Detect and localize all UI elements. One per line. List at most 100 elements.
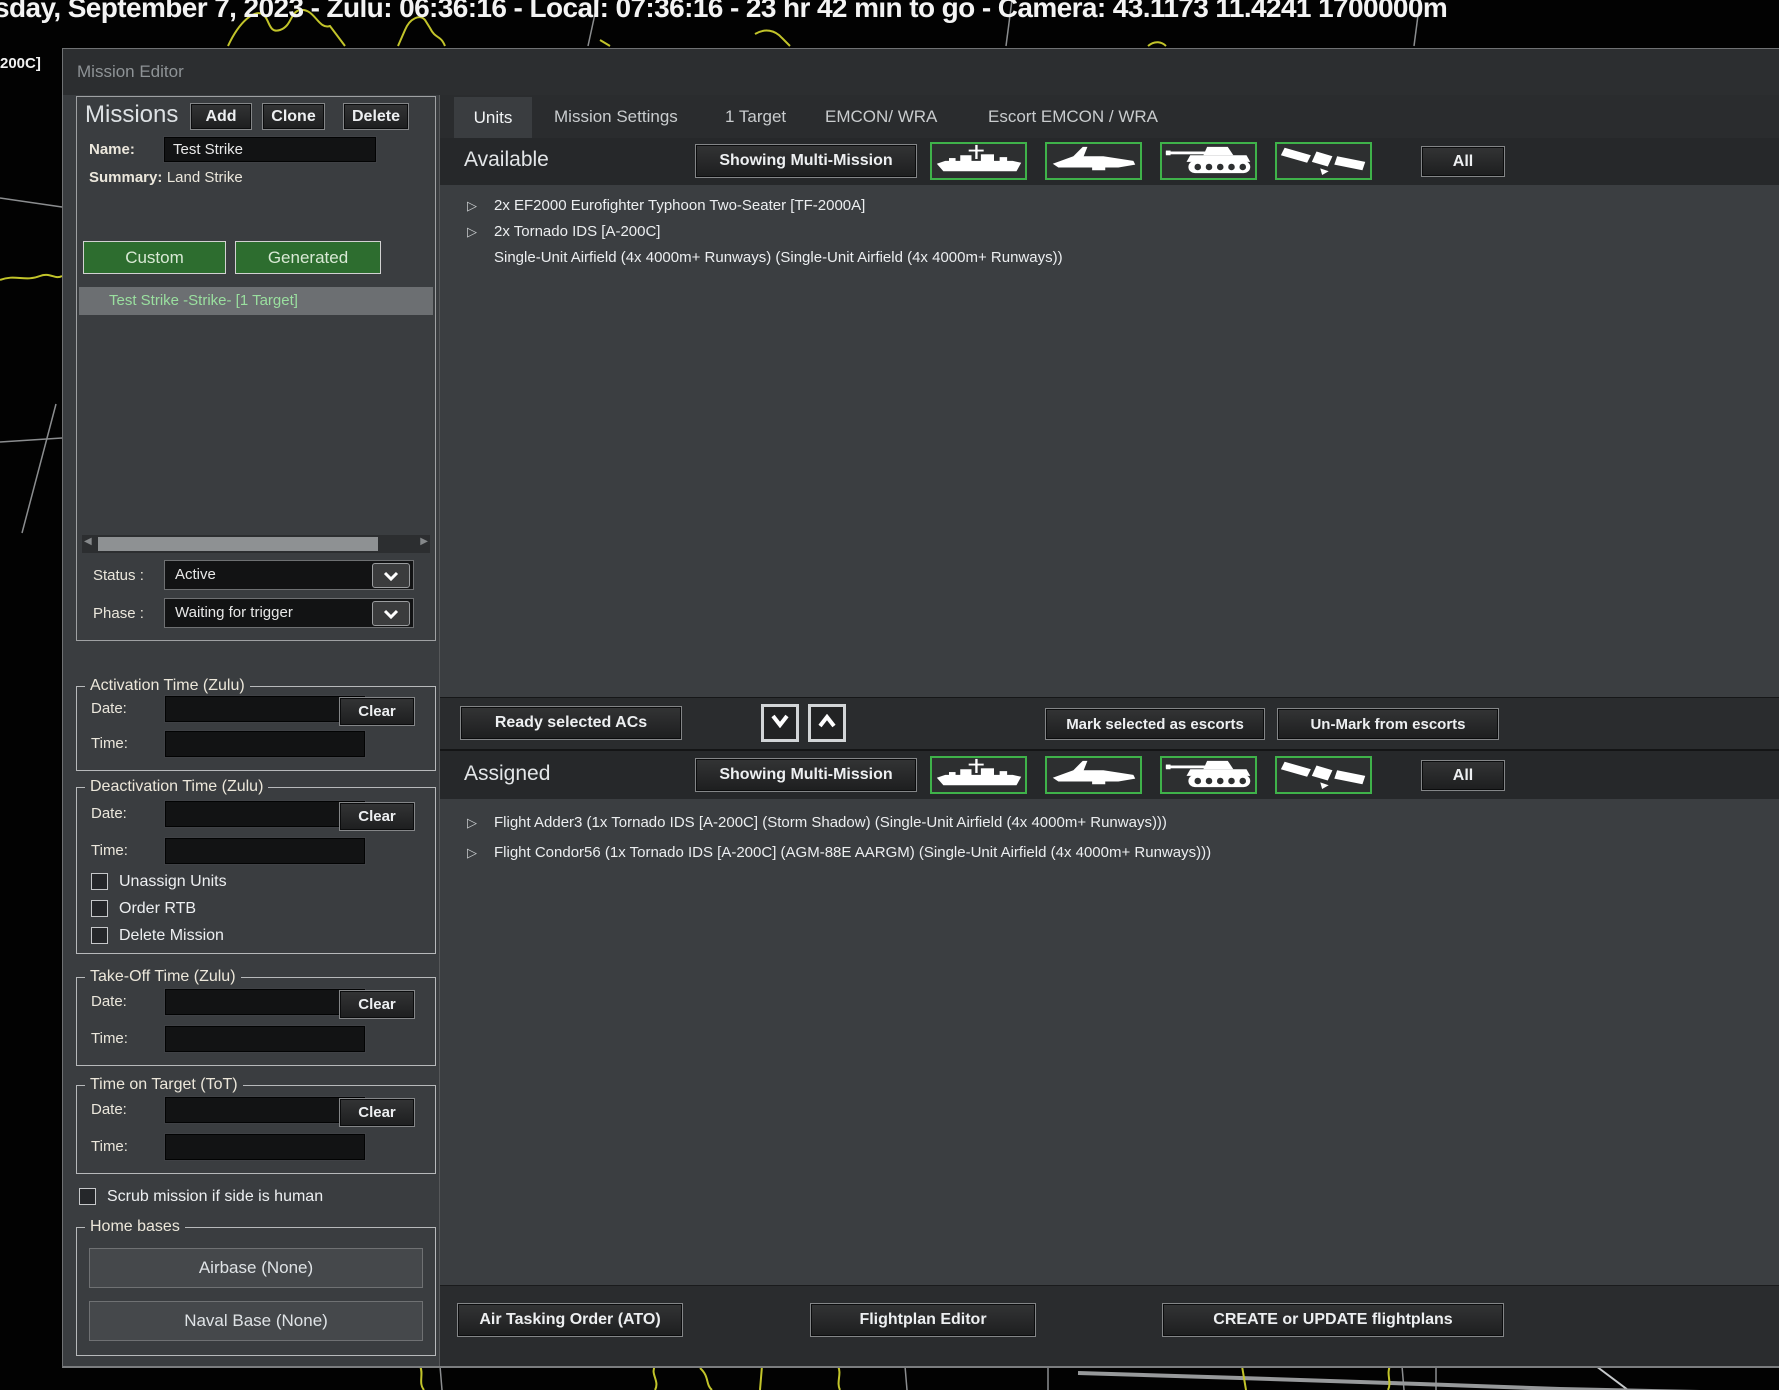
order-rtb-checkbox[interactable] bbox=[91, 900, 108, 917]
ready-selected-acs-button[interactable]: Ready selected ACs bbox=[460, 706, 682, 740]
filter-ground-button[interactable] bbox=[1160, 142, 1257, 180]
tot-time-input[interactable] bbox=[165, 1134, 365, 1160]
deactivation-time-title: Deactivation Time (Zulu) bbox=[85, 778, 269, 796]
available-filter-button[interactable]: Showing Multi-Mission bbox=[695, 144, 917, 178]
mission-list-hscrollbar[interactable]: ◀ ▶ bbox=[82, 535, 430, 553]
expand-arrow-icon[interactable]: ▷ bbox=[467, 839, 477, 867]
takeoff-time-input[interactable] bbox=[165, 1026, 365, 1052]
scroll-left-icon[interactable]: ◀ bbox=[84, 536, 92, 547]
scroll-right-icon[interactable]: ▶ bbox=[420, 536, 428, 547]
create-update-flightplans-button[interactable]: CREATE or UPDATE flightplans bbox=[1162, 1303, 1504, 1337]
home-bases-title: Home bases bbox=[85, 1218, 185, 1236]
activation-time-input[interactable] bbox=[165, 731, 365, 757]
tot-clear-button[interactable]: Clear bbox=[339, 1098, 415, 1127]
date-label: Date: bbox=[91, 1101, 127, 1118]
filter-ship-button[interactable] bbox=[930, 142, 1027, 180]
scrub-mission-label: Scrub mission if side is human bbox=[107, 1188, 324, 1205]
time-label: Time: bbox=[91, 1138, 128, 1155]
available-list: ▷ 2x EF2000 Eurofighter Typhoon Two-Seat… bbox=[440, 185, 1779, 697]
delete-mission-button[interactable]: Delete bbox=[343, 103, 409, 130]
units-toolbar: Ready selected ACs Mark selected as esco… bbox=[440, 697, 1779, 749]
date-label: Date: bbox=[91, 700, 127, 717]
custom-missions-button[interactable]: Custom bbox=[83, 241, 226, 274]
status-dropdown[interactable]: Active bbox=[164, 560, 414, 590]
phase-value: Waiting for trigger bbox=[175, 604, 293, 621]
scrollbar-thumb[interactable] bbox=[98, 537, 378, 551]
tab-mission-settings[interactable]: Mission Settings bbox=[554, 107, 678, 127]
clone-mission-button[interactable]: Clone bbox=[262, 103, 325, 130]
tab-units[interactable]: Units bbox=[454, 97, 532, 138]
missions-panel: Missions Add Clone Delete Name: Summary:… bbox=[76, 96, 436, 641]
delete-mission-checkbox[interactable] bbox=[91, 927, 108, 944]
takeoff-clear-button[interactable]: Clear bbox=[339, 990, 415, 1019]
available-row[interactable]: Single-Unit Airfield (4x 4000m+ Runways)… bbox=[440, 245, 1779, 271]
unmark-escorts-button[interactable]: Un-Mark from escorts bbox=[1277, 708, 1499, 740]
mission-list-item-selected[interactable]: Test Strike -Strike- [1 Target] bbox=[79, 287, 433, 315]
deactivation-clear-button[interactable]: Clear bbox=[339, 802, 415, 831]
assigned-row[interactable]: ▷ Flight Condor56 (1x Tornado IDS [A-200… bbox=[440, 839, 1779, 867]
map-unit-label: 200C] bbox=[0, 55, 41, 72]
home-bases-group: Home bases Airbase (None) Naval Base (No… bbox=[76, 1218, 436, 1356]
chevron-down-icon bbox=[770, 714, 790, 733]
mission-name-input[interactable] bbox=[164, 137, 376, 162]
tab-escort-emcon-wra[interactable]: Escort EMCON / WRA bbox=[988, 107, 1158, 127]
missions-header: Missions bbox=[85, 101, 179, 128]
delete-mission-label: Delete Mission bbox=[119, 927, 224, 944]
assigned-filter-button[interactable]: Showing Multi-Mission bbox=[695, 758, 917, 792]
screen: sday, September 7, 2023 - Zulu: 06:36:16… bbox=[0, 0, 1779, 1390]
assigned-all-button[interactable]: All bbox=[1421, 760, 1505, 791]
window-titlebar[interactable]: Mission Editor bbox=[63, 49, 1779, 96]
flightplan-editor-button[interactable]: Flightplan Editor bbox=[810, 1303, 1036, 1337]
tab-strip: Units Mission Settings 1 Target EMCON/ W… bbox=[440, 95, 1779, 138]
chevron-down-icon[interactable] bbox=[372, 601, 410, 626]
filter-aircraft-button[interactable] bbox=[1045, 142, 1142, 180]
filter-ground-button[interactable] bbox=[1160, 756, 1257, 794]
activation-time-group: Activation Time (Zulu) Date: Clear Time: bbox=[76, 677, 436, 771]
generated-missions-button[interactable]: Generated bbox=[235, 241, 381, 274]
naval-base-button[interactable]: Naval Base (None) bbox=[89, 1301, 423, 1341]
move-down-button[interactable] bbox=[761, 704, 799, 742]
mark-escorts-button[interactable]: Mark selected as escorts bbox=[1045, 708, 1265, 740]
activation-clear-button[interactable]: Clear bbox=[339, 697, 415, 726]
chevron-up-icon bbox=[817, 713, 837, 733]
time-on-target-group: Time on Target (ToT) Date: Clear Time: bbox=[76, 1076, 436, 1174]
expand-arrow-icon[interactable]: ▷ bbox=[467, 193, 477, 219]
filter-aircraft-button[interactable] bbox=[1045, 756, 1142, 794]
ship-icon bbox=[934, 143, 1024, 180]
phase-label: Phase : bbox=[93, 605, 144, 622]
available-row[interactable]: ▷ 2x EF2000 Eurofighter Typhoon Two-Seat… bbox=[440, 193, 1779, 219]
time-label: Time: bbox=[91, 1030, 128, 1047]
window-title: Mission Editor bbox=[77, 62, 184, 81]
deactivation-date-input[interactable] bbox=[165, 801, 365, 827]
assigned-row[interactable]: ▷ Flight Adder3 (1x Tornado IDS [A-200C]… bbox=[440, 809, 1779, 837]
filter-ship-button[interactable] bbox=[930, 756, 1027, 794]
airbase-button[interactable]: Airbase (None) bbox=[89, 1248, 423, 1288]
expand-arrow-icon[interactable]: ▷ bbox=[467, 219, 477, 245]
mission-summary-label: Summary: bbox=[89, 169, 163, 186]
available-all-button[interactable]: All bbox=[1421, 146, 1505, 177]
tab-target[interactable]: 1 Target bbox=[725, 107, 786, 127]
assigned-title: Assigned bbox=[464, 762, 551, 785]
filter-satellite-button[interactable] bbox=[1275, 756, 1372, 794]
chevron-down-icon[interactable] bbox=[372, 563, 410, 588]
available-row[interactable]: ▷ 2x Tornado IDS [A-200C] bbox=[440, 219, 1779, 245]
deactivation-time-input[interactable] bbox=[165, 838, 365, 864]
move-up-button[interactable] bbox=[808, 704, 846, 742]
unassign-units-checkbox[interactable] bbox=[91, 873, 108, 890]
add-mission-button[interactable]: Add bbox=[190, 103, 252, 130]
tab-emcon-wra[interactable]: EMCON/ WRA bbox=[825, 107, 937, 127]
ship-icon bbox=[934, 757, 1024, 794]
takeoff-date-input[interactable] bbox=[165, 989, 365, 1015]
footer-bar: Air Tasking Order (ATO) Flightplan Edito… bbox=[440, 1285, 1779, 1366]
air-tasking-order-button[interactable]: Air Tasking Order (ATO) bbox=[457, 1303, 683, 1337]
tot-date-input[interactable] bbox=[165, 1097, 365, 1123]
activation-date-input[interactable] bbox=[165, 696, 365, 722]
assigned-list: ▷ Flight Adder3 (1x Tornado IDS [A-200C]… bbox=[440, 799, 1779, 1285]
scrub-mission-checkbox[interactable] bbox=[79, 1188, 96, 1205]
date-label: Date: bbox=[91, 993, 127, 1010]
filter-satellite-button[interactable] bbox=[1275, 142, 1372, 180]
unassign-units-label: Unassign Units bbox=[119, 873, 227, 890]
aircraft-icon bbox=[1049, 143, 1139, 180]
expand-arrow-icon[interactable]: ▷ bbox=[467, 809, 477, 837]
phase-dropdown[interactable]: Waiting for trigger bbox=[164, 598, 414, 628]
